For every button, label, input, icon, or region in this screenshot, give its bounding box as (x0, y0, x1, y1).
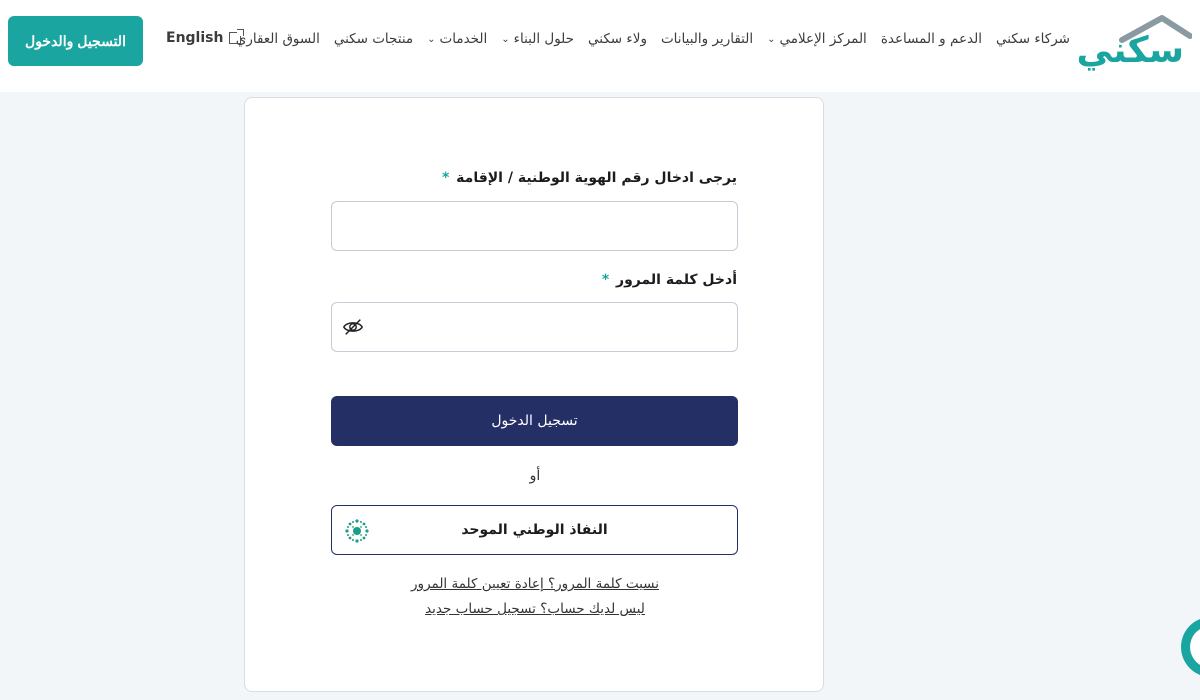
nav-label: الخدمات (439, 31, 488, 47)
logo-text: سكني (1076, 30, 1184, 71)
chevron-down-icon: ⌄ (427, 33, 436, 45)
main-nav: السوق العقاري منتجات سكني الخدمات ⌄ حلول … (222, 28, 1070, 50)
password-input[interactable] (331, 302, 738, 352)
national-id-input[interactable] (331, 201, 738, 251)
register-login-button[interactable]: التسجيل والدخول (8, 16, 143, 66)
nav-label: منتجات سكني (333, 31, 414, 47)
password-field-label: أدخل كلمة المرور * (602, 272, 737, 288)
login-button[interactable]: تسجيل الدخول (331, 396, 738, 446)
password-label-text: أدخل كلمة المرور (616, 272, 737, 288)
login-card: يرجى ادخال رقم الهوية الوطنية / الإقامة … (244, 97, 824, 692)
nav-item-partners[interactable]: شركاء سكني (996, 31, 1070, 47)
nav-item-support[interactable]: الدعم و المساعدة (881, 31, 982, 47)
nafath-logo-icon (345, 519, 369, 543)
nav-label: حلول البناء (513, 31, 575, 47)
language-label: English (166, 30, 224, 46)
nav-item-sakani-products[interactable]: منتجات سكني (334, 31, 413, 47)
chevron-down-icon: ⌄ (767, 33, 776, 45)
external-link-icon (229, 29, 245, 44)
forgot-password-link[interactable]: نسيت كلمة المرور؟ إعادة تعيين كلمة المرو… (245, 576, 825, 592)
required-mark: * (601, 272, 610, 288)
nav-item-real-estate-market[interactable]: السوق العقاري (236, 31, 320, 47)
or-divider: أو (529, 468, 541, 484)
nav-label: السوق العقاري (235, 31, 320, 47)
id-field-label: يرجى ادخال رقم الهوية الوطنية / الإقامة … (442, 170, 737, 186)
nafath-login-button[interactable]: النفاذ الوطني الموحد (331, 505, 738, 555)
nav-label: التقارير والبيانات (660, 31, 754, 47)
required-mark: * (441, 170, 450, 186)
nav-item-media-center[interactable]: المركز الإعلامي ⌄ (767, 31, 867, 47)
chat-widget-button[interactable] (1181, 617, 1200, 677)
id-label-text: يرجى ادخال رقم الهوية الوطنية / الإقامة (456, 170, 737, 186)
nav-label: الدعم و المساعدة (880, 31, 982, 47)
nav-item-services[interactable]: الخدمات ⌄ (427, 31, 487, 47)
sakani-logo[interactable]: سكني (1076, 14, 1192, 72)
nav-item-building-solutions[interactable]: حلول البناء ⌄ (501, 31, 574, 47)
nav-label: شركاء سكني (995, 31, 1070, 47)
register-new-account-link[interactable]: ليس لديك حساب؟ تسجيل حساب جديد (245, 601, 825, 617)
nav-item-sakani-loyalty[interactable]: ولاء سكني (588, 31, 647, 47)
language-switch[interactable]: English (166, 29, 245, 46)
nav-label: ولاء سكني (588, 31, 647, 47)
chevron-down-icon: ⌄ (501, 33, 510, 45)
site-header: سكني السوق العقاري منتجات سكني الخدمات ⌄ … (0, 0, 1200, 92)
nav-label: المركز الإعلامي (779, 31, 867, 47)
nav-item-reports-data[interactable]: التقارير والبيانات (661, 31, 753, 47)
nafath-label: النفاذ الوطني الموحد (461, 522, 608, 538)
eye-off-icon[interactable] (342, 316, 364, 338)
